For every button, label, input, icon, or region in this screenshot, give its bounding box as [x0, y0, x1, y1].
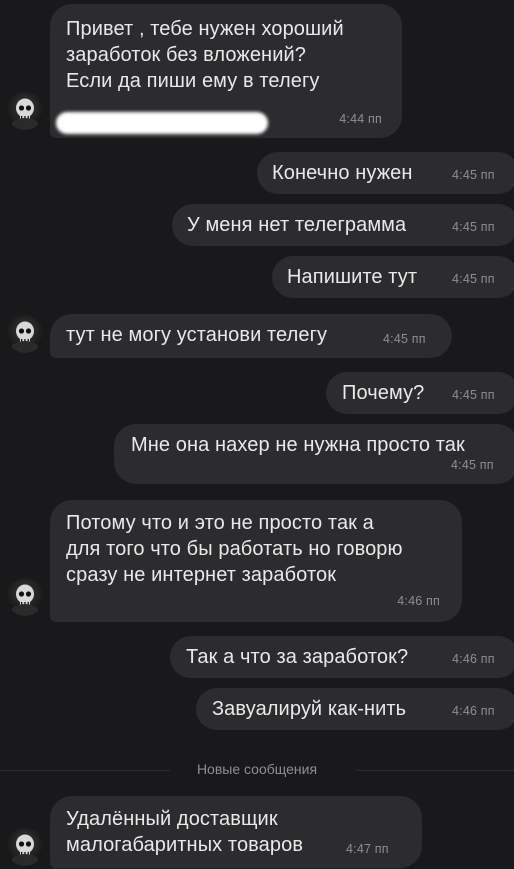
message-bubble-outgoing[interactable]: Напишите тут 4:45 пп — [272, 256, 514, 298]
skull-avatar-icon[interactable] — [6, 92, 44, 130]
message-time: 4:45 пп — [451, 458, 494, 472]
message-bubble-incoming[interactable]: тут не могу установи телегу 4:45 пп — [50, 314, 452, 358]
message-time: 4:45 пп — [452, 220, 495, 234]
skull-avatar-icon[interactable] — [6, 828, 44, 866]
message-bubble-outgoing[interactable]: Конечно нужен 4:45 пп — [257, 152, 514, 194]
message-bubble-incoming[interactable]: Потому что и это не просто так а для тог… — [50, 500, 462, 622]
message-time: 4:46 пп — [452, 652, 495, 666]
divider-line-right — [356, 770, 514, 771]
message-time: 4:46 пп — [452, 704, 495, 718]
message-text: Потому что и это не просто так а для тог… — [66, 512, 403, 586]
message-time: 4:45 пп — [452, 168, 495, 182]
message-time: 4:46 пп — [397, 594, 440, 608]
message-time: 4:47 пп — [346, 842, 389, 856]
message-text: Привет , тебе нужен хороший заработок бе… — [66, 18, 344, 92]
message-time: 4:44 пп — [339, 112, 382, 126]
redacted-link — [56, 112, 268, 134]
message-bubble-outgoing[interactable]: Почему? 4:45 пп — [326, 372, 514, 414]
skull-avatar-icon[interactable] — [6, 578, 44, 616]
new-messages-divider: Новые сообщения — [0, 761, 514, 777]
skull-avatar-graphic — [10, 321, 40, 353]
message-bubble-outgoing[interactable]: У меня нет телеграмма 4:45 пп — [172, 204, 514, 246]
chat-thread: Привет , тебе нужен хороший заработок бе… — [0, 0, 514, 869]
new-messages-label: Новые сообщения — [196, 761, 318, 777]
message-bubble-incoming[interactable]: Удалённый доставщик малогабаритных товар… — [50, 796, 422, 868]
message-bubble-outgoing[interactable]: Так а что за заработок? 4:46 пп — [170, 636, 514, 678]
message-time: 4:45 пп — [452, 272, 495, 286]
message-bubble-outgoing[interactable]: Завуалируй как-нить 4:46 пп — [196, 688, 514, 730]
message-time: 4:45 пп — [452, 388, 495, 402]
message-bubble-incoming[interactable]: Привет , тебе нужен хороший заработок бе… — [50, 4, 402, 138]
message-time: 4:45 пп — [383, 332, 426, 346]
skull-avatar-graphic — [10, 834, 40, 866]
skull-avatar-icon[interactable] — [6, 315, 44, 353]
skull-avatar-graphic — [10, 98, 40, 130]
skull-avatar-graphic — [10, 584, 40, 616]
message-bubble-outgoing[interactable]: Мне она нахер не нужна просто так 4:45 п… — [114, 424, 514, 484]
